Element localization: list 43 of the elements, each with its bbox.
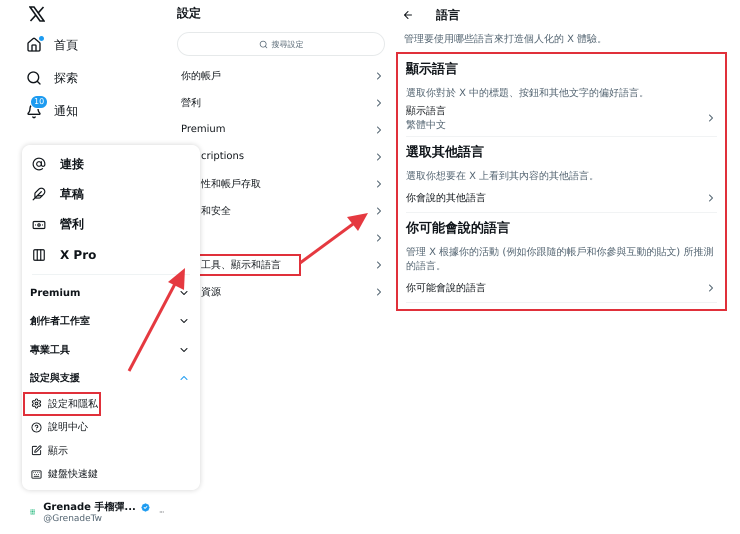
language-row[interactable]: 你可能會說的語言 bbox=[406, 273, 717, 303]
menu-item[interactable]: X Pro bbox=[22, 240, 200, 270]
language-row[interactable]: 顯示語言 繁體中文 bbox=[406, 100, 717, 137]
settings-item[interactable]: 營利 bbox=[181, 96, 201, 110]
row-label: 你會說的其他語言 bbox=[406, 192, 486, 204]
menu-item[interactable]: 草稿 bbox=[22, 179, 200, 210]
settings-item[interactable]: criptions bbox=[201, 151, 244, 162]
settings-item[interactable]: 性和帳戶存取 bbox=[201, 176, 261, 190]
menu-item[interactable]: 連接 bbox=[22, 149, 200, 180]
notification-count: 10 bbox=[30, 95, 48, 109]
account-handle: @GrenadeTw bbox=[43, 514, 104, 524]
settings-item[interactable]: 你的帳戶 bbox=[181, 68, 221, 82]
language-row[interactable]: 你會說的其他語言 bbox=[406, 183, 717, 213]
settings-title: 設定 bbox=[177, 5, 202, 22]
row-label: 你可能會說的語言 bbox=[406, 282, 486, 294]
menu-group[interactable]: 設定與支援 bbox=[22, 364, 200, 392]
settings-item[interactable]: 和安全 bbox=[201, 204, 231, 218]
search-field[interactable]: 搜尋設定 bbox=[177, 32, 385, 56]
row-value: 繁體中文 bbox=[406, 118, 446, 132]
section-heading: 顯示語言 bbox=[406, 60, 459, 78]
section-heading: 選取其他語言 bbox=[406, 144, 485, 161]
nav-item[interactable]: 通知 bbox=[54, 102, 78, 120]
settings-item[interactable]: 資源 bbox=[201, 284, 221, 298]
section-heading: 你可能會說的語言 bbox=[406, 220, 511, 237]
submenu-item[interactable]: 說明中心 bbox=[23, 416, 199, 440]
menu-item[interactable]: 營利 bbox=[22, 209, 200, 240]
submenu-item[interactable]: 鍵盤快速鍵 bbox=[23, 462, 199, 486]
menu-group[interactable]: 創作者工作室 bbox=[22, 307, 200, 336]
submenu-item[interactable]: 設定和隱私 bbox=[23, 392, 101, 416]
nav-item[interactable]: 探索 bbox=[54, 70, 78, 86]
account-name: Grenade 手榴彈... bbox=[43, 500, 136, 514]
section-description: 選取你想要在 X 上看到其內容的其他語言。 bbox=[406, 170, 600, 183]
section-description: 管理 X 根據你的活動 (例如你跟隨的帳戶和你參與互動的貼文) 所推測的語言。 bbox=[406, 246, 714, 273]
search-placeholder: 搜尋設定 bbox=[272, 38, 304, 50]
page-description: 管理要使用哪些語言來打造個人化的 X 體驗。 bbox=[403, 32, 608, 46]
menu-group[interactable]: 專業工具 bbox=[22, 335, 200, 364]
section-description: 選取你對於 X 中的標題、按鈕和其他文字的偏好語言。 bbox=[406, 86, 650, 100]
settings-item[interactable]: Premium bbox=[181, 124, 226, 135]
page-title: 語言 bbox=[436, 6, 460, 24]
menu-group[interactable]: Premium bbox=[22, 278, 200, 308]
row-label: 顯示語言 bbox=[406, 104, 446, 118]
nav-item[interactable]: 首頁 bbox=[54, 36, 78, 54]
submenu-item[interactable]: 顯示 bbox=[23, 439, 199, 463]
